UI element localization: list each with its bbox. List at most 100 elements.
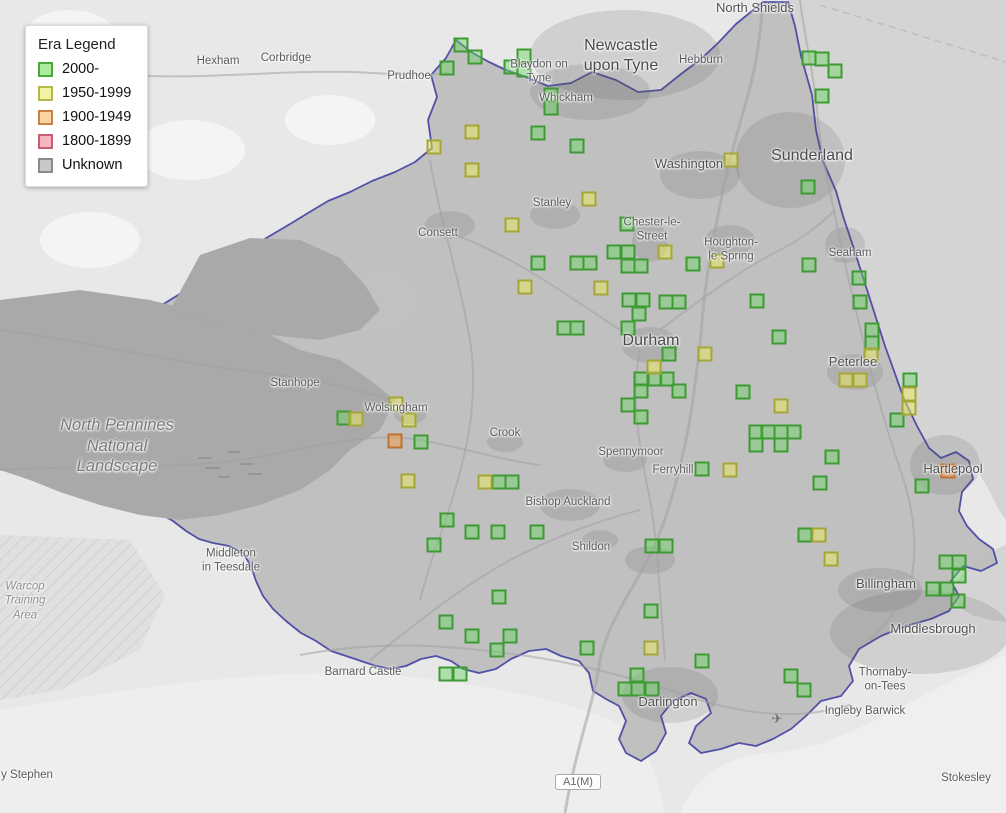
map-marker[interactable]	[915, 479, 930, 494]
map-marker[interactable]	[580, 641, 595, 656]
map-marker[interactable]	[503, 629, 518, 644]
map-marker[interactable]	[636, 293, 651, 308]
map-marker[interactable]	[695, 654, 710, 669]
map-marker[interactable]	[698, 347, 713, 362]
map-marker[interactable]	[647, 360, 662, 375]
map-marker[interactable]	[414, 435, 429, 450]
map-marker[interactable]	[465, 629, 480, 644]
map-marker[interactable]	[813, 476, 828, 491]
map-marker[interactable]	[491, 525, 506, 540]
map-marker[interactable]	[505, 475, 520, 490]
map-marker[interactable]	[926, 582, 941, 597]
map-marker[interactable]	[478, 475, 493, 490]
map-marker[interactable]	[607, 245, 622, 260]
map-marker[interactable]	[902, 387, 917, 402]
map-marker[interactable]	[903, 373, 918, 388]
map-marker[interactable]	[787, 425, 802, 440]
map-marker[interactable]	[828, 64, 843, 79]
map-marker[interactable]	[774, 399, 789, 414]
map-marker[interactable]	[465, 163, 480, 178]
map-marker[interactable]	[801, 180, 816, 195]
map-marker[interactable]	[658, 245, 673, 260]
map-marker[interactable]	[951, 594, 966, 609]
map-marker[interactable]	[825, 450, 840, 465]
map-marker[interactable]	[852, 271, 867, 286]
map-marker[interactable]	[952, 555, 967, 570]
map-marker[interactable]	[388, 434, 403, 449]
map-marker[interactable]	[544, 101, 559, 116]
map-marker[interactable]	[772, 330, 787, 345]
map-marker[interactable]	[686, 257, 701, 272]
map-marker[interactable]	[630, 668, 645, 683]
map-marker[interactable]	[402, 413, 417, 428]
map-marker[interactable]	[784, 669, 799, 684]
map-marker[interactable]	[644, 641, 659, 656]
map-marker[interactable]	[710, 254, 725, 269]
map-marker[interactable]	[662, 347, 677, 362]
map-marker[interactable]	[440, 513, 455, 528]
map-marker[interactable]	[531, 126, 546, 141]
map-marker[interactable]	[570, 139, 585, 154]
map-marker[interactable]	[672, 295, 687, 310]
map-marker[interactable]	[594, 281, 609, 296]
map-marker[interactable]	[531, 256, 546, 271]
map-marker[interactable]	[389, 397, 404, 412]
map-marker[interactable]	[570, 321, 585, 336]
map-marker[interactable]	[620, 217, 635, 232]
map-marker[interactable]	[634, 259, 649, 274]
map-marker[interactable]	[644, 604, 659, 619]
map-marker[interactable]	[853, 373, 868, 388]
map-marker[interactable]	[749, 438, 764, 453]
map-marker[interactable]	[659, 539, 674, 554]
map-marker[interactable]	[439, 615, 454, 630]
map-marker[interactable]	[634, 384, 649, 399]
map-marker[interactable]	[401, 474, 416, 489]
map-marker[interactable]	[815, 89, 830, 104]
map-marker[interactable]	[902, 401, 917, 416]
map-marker[interactable]	[517, 49, 532, 64]
map-marker[interactable]	[812, 528, 827, 543]
map-marker[interactable]	[427, 538, 442, 553]
map-marker[interactable]	[492, 590, 507, 605]
map-marker[interactable]	[465, 525, 480, 540]
map-marker[interactable]	[439, 667, 454, 682]
map-marker[interactable]	[802, 258, 817, 273]
map-marker[interactable]	[797, 683, 812, 698]
map-marker[interactable]	[634, 410, 649, 425]
map-marker[interactable]	[724, 153, 739, 168]
map-marker[interactable]	[530, 525, 545, 540]
map-marker[interactable]	[645, 539, 660, 554]
map-marker[interactable]	[621, 245, 636, 260]
map-marker[interactable]	[582, 192, 597, 207]
map-marker[interactable]	[440, 61, 455, 76]
map-marker[interactable]	[349, 412, 364, 427]
map-marker[interactable]	[774, 438, 789, 453]
map-marker[interactable]	[824, 552, 839, 567]
map-marker[interactable]	[621, 321, 636, 336]
map-marker[interactable]	[645, 682, 660, 697]
map-marker[interactable]	[631, 682, 646, 697]
map-marker[interactable]	[490, 643, 505, 658]
map-marker[interactable]	[632, 307, 647, 322]
map-marker[interactable]	[583, 256, 598, 271]
map-marker[interactable]	[505, 218, 520, 233]
map-marker[interactable]	[622, 293, 637, 308]
map-marker[interactable]	[672, 384, 687, 399]
map-marker[interactable]	[695, 462, 710, 477]
map-marker[interactable]	[864, 348, 879, 363]
map-marker[interactable]	[518, 280, 533, 295]
map-marker[interactable]	[723, 463, 738, 478]
map-marker[interactable]	[798, 528, 813, 543]
map-marker[interactable]	[750, 294, 765, 309]
map-marker[interactable]	[941, 464, 956, 479]
map-marker[interactable]	[465, 125, 480, 140]
map-marker[interactable]	[736, 385, 751, 400]
map-marker[interactable]	[427, 140, 442, 155]
map-canvas[interactable]: North ShieldsNewcastle upon TyneHebburnH…	[0, 0, 1006, 813]
map-marker[interactable]	[453, 667, 468, 682]
map-marker[interactable]	[454, 38, 469, 53]
map-marker[interactable]	[468, 50, 483, 65]
map-marker[interactable]	[839, 373, 854, 388]
map-marker[interactable]	[853, 295, 868, 310]
map-marker[interactable]	[517, 63, 532, 78]
